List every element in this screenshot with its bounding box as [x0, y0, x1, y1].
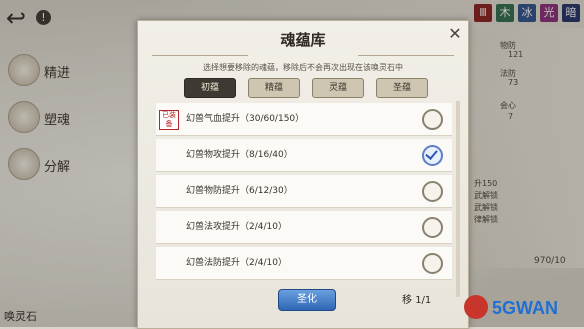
select-radio[interactable]	[422, 217, 443, 238]
item-label: 幻兽气血提升（30/60/150）	[186, 114, 305, 124]
list-item[interactable]: 幻兽物攻提升（8/16/40）	[156, 139, 452, 172]
watermark-text: 5GWAN	[492, 298, 558, 318]
scrollbar[interactable]	[456, 101, 460, 297]
equipped-badge: 已装备	[159, 110, 179, 130]
title-divider	[152, 55, 248, 56]
select-radio[interactable]	[422, 181, 443, 202]
item-label: 幻兽法攻提升（2/4/10）	[186, 222, 287, 232]
close-icon[interactable]: ✕	[444, 23, 466, 45]
select-radio[interactable]	[422, 253, 443, 274]
select-radio-checked[interactable]	[422, 145, 443, 166]
watermark-circle-icon	[464, 295, 488, 319]
page-value: 1/1	[415, 295, 432, 306]
tab-basic[interactable]: 初蕴	[184, 78, 236, 98]
soul-library-dialog: 魂蕴库 ✕ 选择想要移除的魂蕴，移除后不会再次出现在该唤灵石中 初蕴 精蕴 灵蕴…	[137, 20, 469, 329]
tab-spirit[interactable]: 灵蕴	[312, 78, 364, 98]
watermark-logo: 5GWAN	[464, 295, 558, 319]
dialog-title: 魂蕴库	[280, 31, 326, 49]
tab-holy[interactable]: 圣蕴	[376, 78, 428, 98]
list-item[interactable]: 已装备 幻兽气血提升（30/60/150）	[156, 103, 452, 136]
dialog-subtitle: 选择想要移除的魂蕴，移除后不会再次出现在该唤灵石中	[203, 63, 403, 72]
title-divider	[358, 55, 454, 56]
page-prefix: 移	[402, 295, 412, 306]
list-item[interactable]: 幻兽物防提升（6/12/30）	[156, 175, 452, 208]
confirm-button[interactable]: 圣化	[278, 289, 336, 311]
item-label: 幻兽物防提升（6/12/30）	[186, 186, 293, 196]
select-radio[interactable]	[422, 109, 443, 130]
list-item[interactable]: 幻兽法防提升（2/4/10）	[156, 247, 452, 280]
item-label: 幻兽法防提升（2/4/10）	[186, 258, 287, 268]
item-label: 幻兽物攻提升（8/16/40）	[186, 150, 293, 160]
soul-list: 已装备 幻兽气血提升（30/60/150） 幻兽物攻提升（8/16/40） 幻兽…	[156, 101, 460, 297]
list-item[interactable]: 幻兽法攻提升（2/4/10）	[156, 211, 452, 244]
tab-refined[interactable]: 精蕴	[248, 78, 300, 98]
page-count: 移 1/1	[402, 291, 431, 306]
